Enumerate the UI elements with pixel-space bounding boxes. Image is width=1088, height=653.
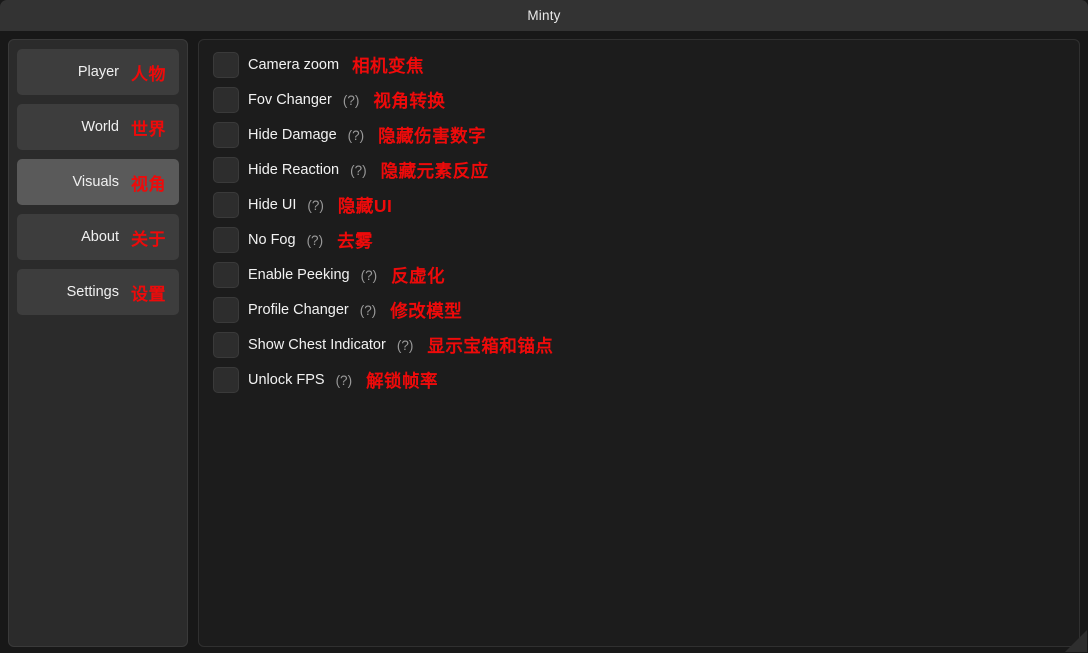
option-help-icon[interactable]: (?) bbox=[343, 93, 360, 108]
option-label-cn: 隐藏伤害数字 bbox=[378, 125, 487, 146]
sidebar-item-label-en: Visuals bbox=[72, 174, 119, 190]
option-label-en: Unlock FPS bbox=[248, 372, 325, 388]
checkbox-no-fog[interactable] bbox=[213, 227, 239, 253]
option-label-en: Profile Changer bbox=[248, 302, 349, 318]
option-help-icon[interactable]: (?) bbox=[361, 268, 378, 283]
sidebar-item-player[interactable]: Player 人物 bbox=[17, 49, 179, 95]
option-label-en: Fov Changer bbox=[248, 92, 332, 108]
window-title: Minty bbox=[527, 8, 561, 23]
option-row[interactable]: No Fog (?) 去雾 bbox=[213, 227, 1065, 253]
app-window: Minty Player 人物 World 世界 Visuals 视角 About 关于 Set… bbox=[0, 0, 1088, 653]
option-label-en: No Fog bbox=[248, 232, 296, 248]
option-help-icon[interactable]: (?) bbox=[336, 373, 353, 388]
checkbox-camera-zoom[interactable] bbox=[213, 52, 239, 78]
checkbox-profile-changer[interactable] bbox=[213, 297, 239, 323]
option-label-en: Hide Reaction bbox=[248, 162, 340, 178]
option-help-icon[interactable]: (?) bbox=[360, 303, 377, 318]
sidebar-item-label-en: Settings bbox=[66, 284, 119, 300]
option-help-icon[interactable]: (?) bbox=[397, 338, 414, 353]
option-row[interactable]: Unlock FPS (?) 解锁帧率 bbox=[213, 367, 1065, 393]
option-help-icon[interactable]: (?) bbox=[307, 233, 324, 248]
visuals-option-list: Camera zoom 相机变焦 Fov Changer (?) 视角转换 Hide Da… bbox=[213, 52, 1065, 393]
title-bar[interactable]: Minty bbox=[0, 0, 1088, 31]
resize-grip[interactable] bbox=[1065, 630, 1087, 652]
option-label-en: Hide UI bbox=[248, 197, 297, 213]
option-label-cn: 隐藏UI bbox=[337, 195, 393, 216]
option-label-cn: 相机变焦 bbox=[352, 55, 425, 76]
sidebar-item-label-cn: 关于 bbox=[131, 229, 166, 249]
option-help-icon[interactable]: (?) bbox=[348, 128, 365, 143]
checkbox-hide-ui[interactable] bbox=[213, 192, 239, 218]
option-help-icon[interactable]: (?) bbox=[350, 163, 367, 178]
checkbox-unlock-fps[interactable] bbox=[213, 367, 239, 393]
option-label-cn: 视角转换 bbox=[373, 90, 446, 111]
option-row[interactable]: Hide UI (?) 隐藏UI bbox=[213, 192, 1065, 218]
option-label-en: Camera zoom bbox=[248, 57, 340, 73]
sidebar-item-visuals[interactable]: Visuals 视角 bbox=[17, 159, 179, 205]
sidebar-item-world[interactable]: World 世界 bbox=[17, 104, 179, 150]
option-label-cn: 隐藏元素反应 bbox=[380, 160, 489, 181]
sidebar-item-about[interactable]: About 关于 bbox=[17, 214, 179, 260]
window-body: Player 人物 World 世界 Visuals 视角 About 关于 Settings 设… bbox=[0, 31, 1088, 653]
checkbox-enable-peeking[interactable] bbox=[213, 262, 239, 288]
option-help-icon[interactable]: (?) bbox=[307, 198, 324, 213]
option-label-cn: 解锁帧率 bbox=[366, 370, 439, 391]
option-row[interactable]: Show Chest Indicator (?) 显示宝箱和锚点 bbox=[213, 332, 1065, 358]
option-row[interactable]: Enable Peeking (?) 反虚化 bbox=[213, 262, 1065, 288]
option-label-cn: 显示宝箱和锚点 bbox=[427, 335, 554, 356]
sidebar-item-label-cn: 人物 bbox=[131, 64, 166, 84]
sidebar-item-label-en: About bbox=[81, 229, 119, 245]
checkbox-fov-changer[interactable] bbox=[213, 87, 239, 113]
checkbox-hide-reaction[interactable] bbox=[213, 157, 239, 183]
sidebar-item-label-en: Player bbox=[77, 64, 119, 80]
sidebar-item-label-cn: 设置 bbox=[131, 284, 166, 304]
option-label-cn: 修改模型 bbox=[390, 300, 463, 321]
sidebar-item-label-en: World bbox=[81, 119, 119, 135]
option-row[interactable]: Fov Changer (?) 视角转换 bbox=[213, 87, 1065, 113]
option-label-cn: 去雾 bbox=[337, 230, 374, 251]
sidebar-item-label-cn: 世界 bbox=[131, 119, 166, 139]
checkbox-show-chest-indicator[interactable] bbox=[213, 332, 239, 358]
sidebar-item-label-cn: 视角 bbox=[131, 174, 166, 194]
option-row[interactable]: Hide Damage (?) 隐藏伤害数字 bbox=[213, 122, 1065, 148]
option-row[interactable]: Profile Changer (?) 修改模型 bbox=[213, 297, 1065, 323]
sidebar: Player 人物 World 世界 Visuals 视角 About 关于 Settings 设… bbox=[8, 39, 188, 647]
option-label-en: Hide Damage bbox=[248, 127, 337, 143]
option-label-en: Show Chest Indicator bbox=[248, 337, 386, 353]
checkbox-hide-damage[interactable] bbox=[213, 122, 239, 148]
sidebar-item-settings[interactable]: Settings 设置 bbox=[17, 269, 179, 315]
content-panel: Camera zoom 相机变焦 Fov Changer (?) 视角转换 Hide Da… bbox=[198, 39, 1080, 647]
option-label-cn: 反虚化 bbox=[391, 265, 446, 286]
option-row[interactable]: Hide Reaction (?) 隐藏元素反应 bbox=[213, 157, 1065, 183]
option-label-en: Enable Peeking bbox=[248, 267, 350, 283]
option-row[interactable]: Camera zoom 相机变焦 bbox=[213, 52, 1065, 78]
